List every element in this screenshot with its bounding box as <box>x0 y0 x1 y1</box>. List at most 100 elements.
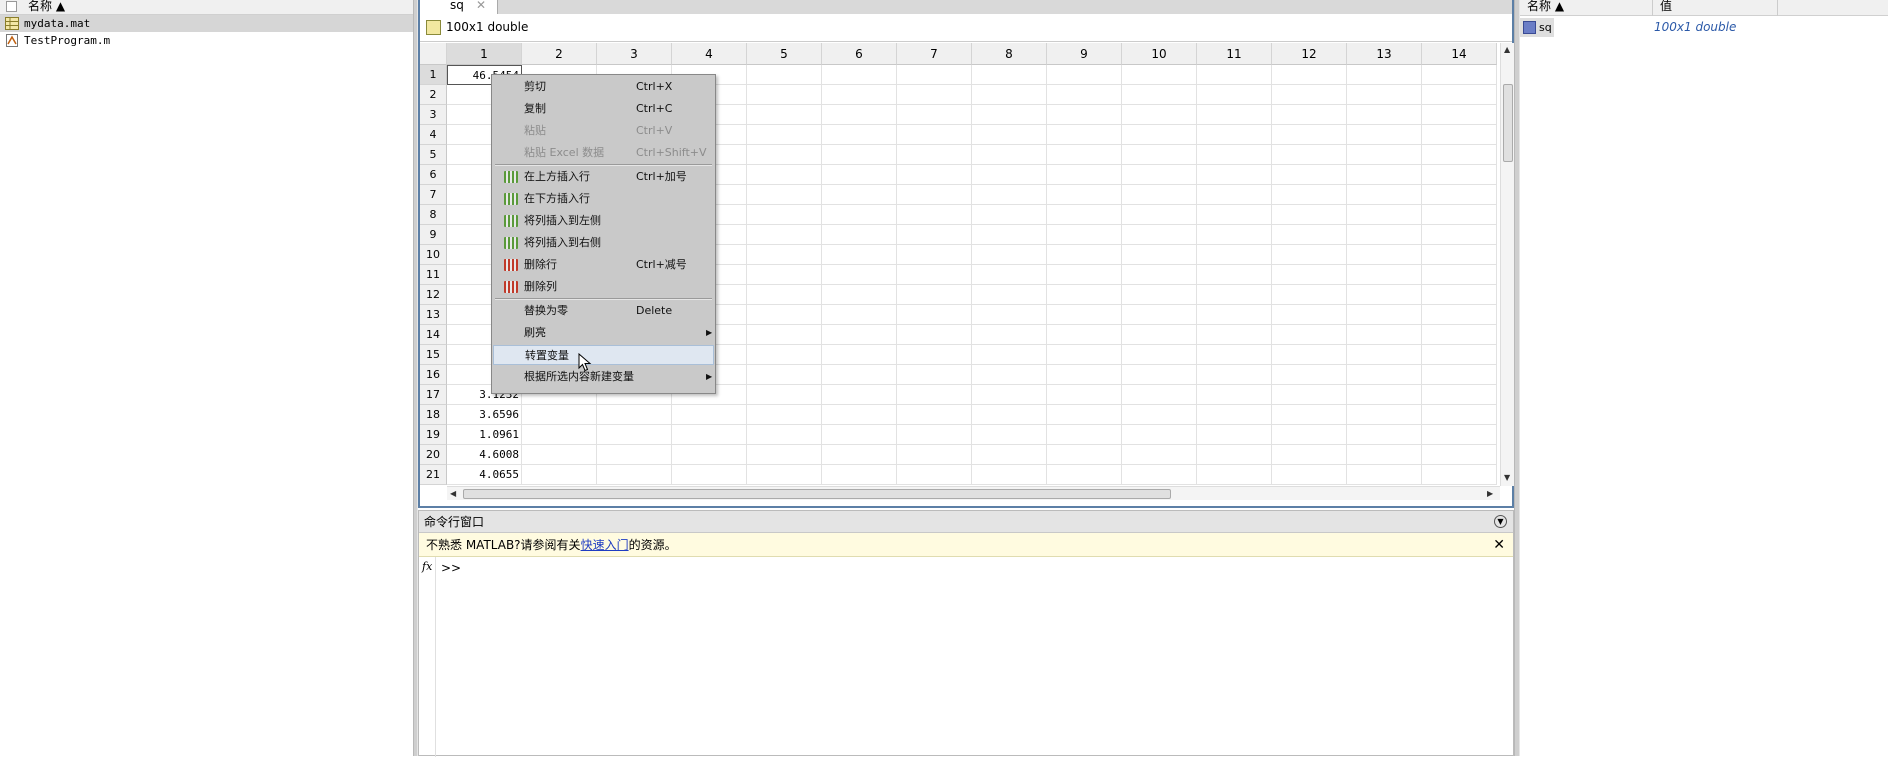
empty-cell[interactable] <box>1122 125 1197 145</box>
empty-cell[interactable] <box>1347 205 1422 225</box>
empty-cell[interactable] <box>897 85 972 105</box>
empty-cell[interactable] <box>1347 265 1422 285</box>
empty-cell[interactable] <box>1272 225 1347 245</box>
row-header[interactable]: 16 <box>420 365 447 385</box>
empty-cell[interactable] <box>822 365 897 385</box>
empty-cell[interactable] <box>1047 345 1122 365</box>
empty-cell[interactable] <box>897 245 972 265</box>
empty-cell[interactable] <box>822 425 897 445</box>
empty-cell[interactable] <box>1347 285 1422 305</box>
empty-cell[interactable] <box>1347 185 1422 205</box>
empty-cell[interactable] <box>1347 445 1422 465</box>
empty-cell[interactable] <box>1422 125 1497 145</box>
empty-cell[interactable] <box>1047 125 1122 145</box>
column-header[interactable]: 9 <box>1047 43 1122 65</box>
menu-item-14[interactable]: 根据所选内容新建变量 ▶ <box>493 367 714 387</box>
empty-cell[interactable] <box>1122 165 1197 185</box>
empty-cell[interactable] <box>897 445 972 465</box>
empty-cell[interactable] <box>1422 385 1497 405</box>
empty-cell[interactable] <box>1197 385 1272 405</box>
menu-item-10[interactable]: 删除列 <box>493 277 714 297</box>
empty-cell[interactable] <box>1272 85 1347 105</box>
empty-cell[interactable] <box>747 465 822 485</box>
empty-cell[interactable] <box>897 185 972 205</box>
empty-cell[interactable] <box>1197 465 1272 485</box>
empty-cell[interactable] <box>1422 265 1497 285</box>
empty-cell[interactable] <box>1122 265 1197 285</box>
empty-cell[interactable] <box>1122 445 1197 465</box>
data-cell[interactable]: 3.6596 <box>447 405 522 425</box>
row-header[interactable]: 9 <box>420 225 447 245</box>
empty-cell[interactable] <box>897 365 972 385</box>
empty-cell[interactable] <box>1272 445 1347 465</box>
empty-cell[interactable] <box>1047 305 1122 325</box>
empty-cell[interactable] <box>1047 225 1122 245</box>
empty-cell[interactable] <box>1122 345 1197 365</box>
row-header[interactable]: 14 <box>420 325 447 345</box>
empty-cell[interactable] <box>1047 465 1122 485</box>
empty-cell[interactable] <box>747 165 822 185</box>
empty-cell[interactable] <box>1122 105 1197 125</box>
empty-cell[interactable] <box>747 425 822 445</box>
empty-cell[interactable] <box>1122 185 1197 205</box>
empty-cell[interactable] <box>972 445 1047 465</box>
empty-cell[interactable] <box>1122 425 1197 445</box>
empty-cell[interactable] <box>822 285 897 305</box>
empty-cell[interactable] <box>1047 405 1122 425</box>
column-header[interactable]: 6 <box>822 43 897 65</box>
file-list-header[interactable]: 名称 ▲ <box>0 0 413 15</box>
empty-cell[interactable] <box>897 105 972 125</box>
empty-cell[interactable] <box>1047 385 1122 405</box>
close-icon[interactable]: ✕ <box>476 0 486 12</box>
empty-cell[interactable] <box>972 145 1047 165</box>
empty-cell[interactable] <box>822 245 897 265</box>
empty-cell[interactable] <box>972 365 1047 385</box>
empty-cell[interactable] <box>972 325 1047 345</box>
empty-cell[interactable] <box>897 465 972 485</box>
empty-cell[interactable] <box>1122 385 1197 405</box>
empty-cell[interactable] <box>972 345 1047 365</box>
empty-cell[interactable] <box>972 185 1047 205</box>
row-header[interactable]: 15 <box>420 345 447 365</box>
row-header[interactable]: 11 <box>420 265 447 285</box>
workspace-name-column[interactable]: 名称 ▲ <box>1527 0 1564 14</box>
empty-cell[interactable] <box>972 405 1047 425</box>
empty-cell[interactable] <box>1347 465 1422 485</box>
column-header[interactable]: 3 <box>597 43 672 65</box>
empty-cell[interactable] <box>1422 405 1497 425</box>
empty-cell[interactable] <box>972 265 1047 285</box>
menu-item-8[interactable]: 将列插入到右侧 <box>493 233 714 253</box>
row-header[interactable]: 1 <box>420 65 447 85</box>
workspace-value-column[interactable]: 值 <box>1652 0 1778 16</box>
empty-cell[interactable] <box>1122 245 1197 265</box>
empty-cell[interactable] <box>1422 305 1497 325</box>
empty-cell[interactable] <box>1422 285 1497 305</box>
empty-cell[interactable] <box>672 445 747 465</box>
empty-cell[interactable] <box>1047 365 1122 385</box>
empty-cell[interactable] <box>1272 65 1347 85</box>
empty-cell[interactable] <box>1272 245 1347 265</box>
empty-cell[interactable] <box>897 305 972 325</box>
row-header[interactable]: 20 <box>420 445 447 465</box>
empty-cell[interactable] <box>1347 225 1422 245</box>
empty-cell[interactable] <box>672 405 747 425</box>
scroll-left-icon[interactable]: ◀ <box>450 489 456 498</box>
column-header[interactable]: 11 <box>1197 43 1272 65</box>
file-item-mydata[interactable]: mydata.mat <box>0 15 413 32</box>
empty-cell[interactable] <box>1047 265 1122 285</box>
empty-cell[interactable] <box>1122 465 1197 485</box>
empty-cell[interactable] <box>522 405 597 425</box>
empty-cell[interactable] <box>1122 285 1197 305</box>
empty-cell[interactable] <box>1272 345 1347 365</box>
empty-cell[interactable] <box>822 305 897 325</box>
file-item-testprogram[interactable]: TestProgram.m <box>0 32 413 49</box>
empty-cell[interactable] <box>747 365 822 385</box>
row-header[interactable]: 4 <box>420 125 447 145</box>
empty-cell[interactable] <box>747 405 822 425</box>
menu-item-6[interactable]: 在下方插入行 <box>493 189 714 209</box>
column-header[interactable]: 7 <box>897 43 972 65</box>
row-header[interactable]: 18 <box>420 405 447 425</box>
empty-cell[interactable] <box>972 65 1047 85</box>
empty-cell[interactable] <box>1422 105 1497 125</box>
empty-cell[interactable] <box>897 225 972 245</box>
